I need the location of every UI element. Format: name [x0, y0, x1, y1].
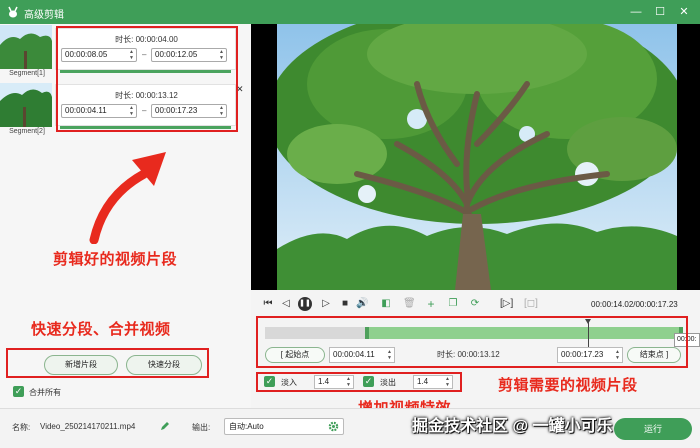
output-label: 输出:: [192, 423, 211, 432]
gear-icon[interactable]: [328, 421, 339, 432]
output-select[interactable]: 自动:Auto: [224, 418, 344, 435]
highlight-box: [256, 372, 462, 392]
volume-icon[interactable]: 🔊: [356, 298, 368, 309]
annotation-text: 剪辑需要的视频片段: [498, 377, 638, 394]
playback-timecode: 00:00:14.02/00:00:17.23: [591, 300, 678, 309]
video-frame: [277, 24, 677, 290]
segment-thumbnail[interactable]: [0, 83, 52, 127]
pause-icon[interactable]: ❚❚: [298, 297, 312, 311]
copy-icon[interactable]: ❐: [447, 298, 459, 309]
skip-back-icon[interactable]: ⏮: [262, 298, 274, 309]
mark-out-icon[interactable]: [◻]: [524, 298, 538, 309]
app-logo-icon: [8, 6, 18, 18]
video-preview[interactable]: [251, 24, 700, 290]
segment-label: Segment[2]: [9, 128, 45, 135]
merge-all-label: 合并所有: [29, 388, 61, 397]
segment-label: Segment[1]: [9, 70, 45, 77]
highlight-box: [56, 26, 238, 132]
add-segment-button[interactable]: 新增片段: [44, 355, 118, 375]
maximize-button[interactable]: ☐: [652, 4, 668, 20]
step-back-icon[interactable]: ◁: [280, 298, 292, 309]
watermark-text: 掘金技术社区 @ 一罐小可乐: [412, 418, 613, 435]
window-title: 高级剪辑: [24, 10, 64, 21]
minimize-button[interactable]: —: [628, 4, 644, 20]
run-button[interactable]: 运行: [614, 418, 692, 440]
stop-icon[interactable]: ■: [339, 298, 351, 309]
mark-in-icon[interactable]: [▷]: [500, 298, 513, 309]
split-icon[interactable]: ◧: [380, 298, 392, 309]
close-button[interactable]: ✕: [676, 4, 692, 20]
file-name: Video_250214170211.mp4: [40, 422, 136, 431]
segment-thumbnail[interactable]: [0, 25, 52, 69]
annotation-arrow-icon: [89, 152, 166, 244]
merge-all-checkbox[interactable]: ✓: [13, 386, 24, 397]
refresh-icon[interactable]: ⟳: [469, 298, 481, 309]
annotation-text: 剪辑好的视频片段: [53, 251, 178, 268]
annotation-text: 快速分段、合并视频: [31, 321, 171, 338]
edit-pencil-icon[interactable]: [160, 421, 170, 431]
name-label: 名称:: [12, 423, 31, 432]
add-icon[interactable]: +: [425, 297, 437, 311]
highlight-box: [256, 316, 688, 368]
title-bar: 高级剪辑 — ☐ ✕: [0, 0, 700, 24]
quick-split-button[interactable]: 快速分段: [126, 355, 202, 375]
delete-icon[interactable]: 🗑: [403, 298, 416, 309]
step-forward-icon[interactable]: ▷: [320, 298, 332, 309]
